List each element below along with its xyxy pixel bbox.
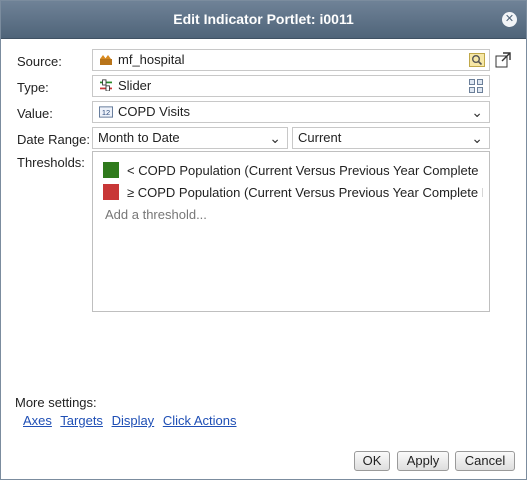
source-field[interactable]: mf_hospital [92,49,490,71]
threshold-text: ≥ COPD Population (Current Versus Previo… [127,185,483,200]
display-link[interactable]: Display [112,413,155,428]
chevron-down-icon: ⌄ [471,130,483,146]
apply-button[interactable]: Apply [397,451,449,471]
threshold-item[interactable]: ≥ COPD Population (Current Versus Previo… [103,184,483,202]
thresholds-label: Thresholds: [17,155,85,170]
open-external-icon[interactable] [495,52,511,68]
chevron-down-icon: ⌄ [471,104,483,120]
threshold-text: < COPD Population (Current Versus Previo… [127,163,483,178]
cancel-button[interactable]: Cancel [455,451,515,471]
more-settings-links: Axes Targets Display Click Actions [23,413,242,428]
click-actions-link[interactable]: Click Actions [163,413,237,428]
slider-type-icon [100,79,112,91]
source-label: Source: [17,54,62,69]
dialog-titlebar[interactable]: Edit Indicator Portlet: i0011 ✕ [1,1,526,39]
threshold-color-swatch[interactable] [103,162,119,178]
search-icon[interactable] [469,53,485,67]
numeric-12-icon: 12 [99,106,113,118]
value-label: Value: [17,106,53,121]
dialog-title: Edit Indicator Portlet: i0011 [173,11,354,27]
targets-link[interactable]: Targets [60,413,103,428]
thresholds-list: < COPD Population (Current Versus Previo… [92,151,490,312]
date-comparison-value: Current [298,130,342,145]
axes-link[interactable]: Axes [23,413,52,428]
value-value: COPD Visits [118,104,190,119]
threshold-color-swatch[interactable] [103,184,119,200]
chevron-down-icon: ⌄ [269,130,281,146]
type-value: Slider [118,78,152,93]
date-comparison-select[interactable]: Current ⌄ [292,127,490,149]
add-threshold-link[interactable]: Add a threshold... [105,207,207,222]
type-label: Type: [17,80,49,95]
date-range-label: Date Range: [17,132,90,147]
grid-icon[interactable] [469,79,483,93]
date-period-value: Month to Date [98,130,180,145]
close-icon[interactable]: ✕ [502,12,517,27]
svg-text:12: 12 [102,108,110,117]
value-select[interactable]: 12 COPD Visits ⌄ [92,101,490,123]
ok-button[interactable]: OK [354,451,390,471]
source-value: mf_hospital [118,52,185,67]
type-field[interactable]: Slider [92,75,490,97]
date-period-select[interactable]: Month to Date ⌄ [92,127,288,149]
database-icon [100,55,112,65]
edit-indicator-dialog: Edit Indicator Portlet: i0011 ✕ Source: … [0,0,527,480]
threshold-item[interactable]: < COPD Population (Current Versus Previo… [103,162,483,180]
more-settings-label: More settings: [15,395,97,410]
